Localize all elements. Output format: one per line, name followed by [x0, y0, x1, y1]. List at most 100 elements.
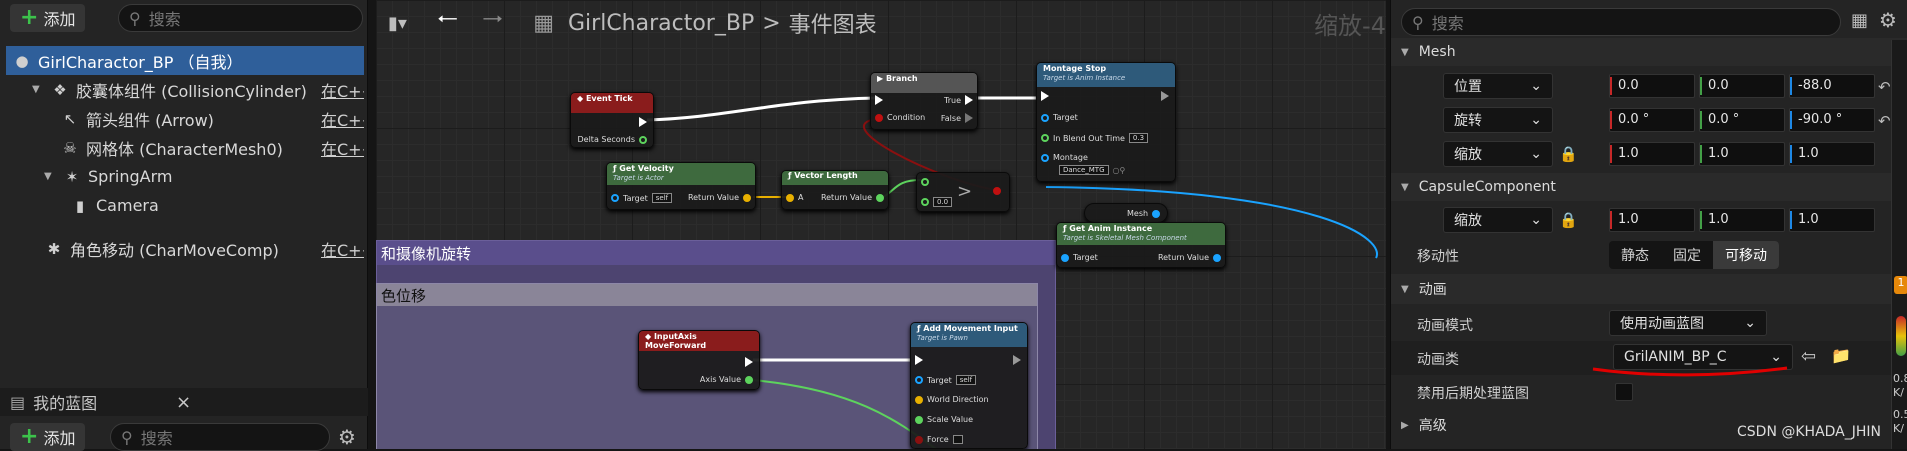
disable-post-process-checkbox[interactable]	[1615, 383, 1633, 401]
blueprint-search-input[interactable]: ⚲ 搜索	[110, 423, 330, 451]
lock-icon[interactable]: 🔒	[1559, 145, 1578, 163]
exec-in-pin[interactable]	[875, 95, 883, 105]
browse-icon[interactable]: ○⚲	[1113, 166, 1126, 175]
exec-in-pin[interactable]	[915, 355, 923, 365]
target-pin[interactable]: Target	[1041, 113, 1078, 122]
exec-out-pin[interactable]	[1161, 91, 1169, 101]
target-pin[interactable]: Target self	[611, 193, 673, 203]
edit-in-cpp-link[interactable]: 在C++中纟	[321, 237, 364, 261]
tree-item-springarm[interactable]: ▼ ✶ SpringArm	[6, 162, 364, 191]
event-graph-canvas[interactable]: 和摄像机旋转 色位移 ▮▾ 🠀 🠂 ▦ GirlCharactor_BP > 事…	[376, 0, 1386, 449]
breadcrumb-blueprint[interactable]: GirlCharactor_BP	[568, 11, 754, 36]
vector-length-node[interactable]: ƒ Vector Length A Return Value	[781, 170, 889, 210]
blend-time-pin[interactable]: In Blend Out Time 0.3	[1041, 133, 1149, 143]
true-pin[interactable]: True	[944, 95, 973, 105]
table-view-icon[interactable]: ▦	[1851, 10, 1868, 31]
branch-node[interactable]: ▶ Branch Condition True False	[870, 72, 978, 130]
reset-icon[interactable]: ↶	[1878, 78, 1891, 96]
tree-item-charmove[interactable]: ✱ 角色移动 (CharMoveComp) 在C++中纟	[6, 234, 364, 263]
settings-gear-icon[interactable]: ⚙	[1879, 8, 1897, 32]
location-z-field[interactable]: -88.0	[1789, 74, 1875, 98]
rotation-x-field[interactable]: 0.0 °	[1609, 108, 1695, 132]
get-anim-instance-node[interactable]: ƒ Get Anim Instance Target is Skeletal Me…	[1056, 222, 1226, 268]
exec-out-pin[interactable]	[1013, 355, 1021, 365]
location-y-field[interactable]: 0.0	[1699, 74, 1785, 98]
scale-z-field[interactable]: 1.0	[1789, 142, 1875, 166]
capsule-scale-z-field[interactable]: 1.0	[1789, 208, 1875, 232]
return-value-pin[interactable]: Return Value	[821, 193, 884, 202]
reset-icon[interactable]: ↶	[1878, 112, 1891, 130]
details-search-input[interactable]: ⚲ 搜索	[1401, 8, 1841, 36]
result-pin[interactable]	[993, 187, 1001, 195]
back-arrow-icon[interactable]: 🠀	[437, 1, 458, 45]
target-pin[interactable]: Target self	[915, 375, 977, 385]
mesh-section-header[interactable]: ▼ Mesh	[1391, 38, 1907, 66]
edit-in-cpp-link[interactable]: 在C++中编辑	[321, 107, 364, 131]
edit-in-cpp-link[interactable]: 在C++	[321, 78, 364, 102]
axis-value-pin[interactable]: Axis Value	[700, 375, 753, 384]
montage-pin[interactable]: Montage	[1041, 153, 1088, 162]
montage-asset-select[interactable]: Dance_MTG ○⚲	[1059, 165, 1125, 175]
input-a-pin[interactable]	[921, 178, 929, 186]
add-movement-input-node[interactable]: ƒ Add Movement Input Target is Pawn Targe…	[910, 322, 1028, 449]
scale-mode-select[interactable]: 缩放 ⌄	[1443, 141, 1553, 167]
animation-mode-select[interactable]: 使用动画蓝图 ⌄	[1609, 310, 1767, 336]
target-pin[interactable]: Target	[1061, 253, 1098, 262]
montage-stop-node[interactable]: Montage Stop Target is Anim Instance Targ…	[1036, 62, 1176, 182]
exec-out-pin[interactable]	[639, 117, 647, 127]
get-velocity-node[interactable]: ƒ Get Velocity Target is Actor Target self…	[606, 162, 756, 210]
close-tab-button[interactable]: ×	[176, 392, 191, 413]
my-blueprint-tab[interactable]: ▤ 我的蓝图 ×	[0, 388, 368, 416]
delta-seconds-pin[interactable]: Delta Seconds	[578, 135, 647, 144]
input-axis-moveforward-node[interactable]: ◆ InputAxis MoveForward Axis Value	[638, 330, 760, 390]
capsule-scale-x-field[interactable]: 1.0	[1609, 208, 1695, 232]
add-blueprint-item-button[interactable]: + 添加	[10, 423, 86, 451]
mesh-out-pin[interactable]: Mesh	[1127, 209, 1161, 218]
mesh-variable-node[interactable]: Mesh	[1084, 203, 1168, 223]
tree-item-arrow[interactable]: ↖ 箭头组件 (Arrow) 在C++中编辑	[6, 104, 364, 133]
exec-in-pin[interactable]	[1041, 91, 1049, 101]
rotation-y-field[interactable]: 0.0 °	[1699, 108, 1785, 132]
mobility-movable-option[interactable]: 可移动	[1713, 241, 1779, 269]
rotation-mode-select[interactable]: 旋转 ⌄	[1443, 107, 1553, 133]
use-selected-icon[interactable]: ⇦	[1801, 346, 1816, 367]
collapse-icon[interactable]: ▼	[44, 171, 58, 182]
browse-folder-icon[interactable]: 📁	[1831, 346, 1851, 365]
force-checkbox[interactable]	[952, 435, 963, 444]
capsule-scale-y-field[interactable]: 1.0	[1699, 208, 1785, 232]
scale-y-field[interactable]: 1.0	[1699, 142, 1785, 166]
mobility-segmented-control[interactable]: 静态 固定 可移动	[1609, 241, 1779, 269]
tree-item-mesh[interactable]: ☠ 网格体 (CharacterMesh0) 在C++中纟	[6, 133, 364, 162]
return-value-pin[interactable]: Return Value	[1158, 253, 1221, 262]
forward-arrow-icon[interactable]: 🠂	[482, 1, 503, 45]
world-direction-pin[interactable]: World Direction	[915, 395, 989, 404]
edit-in-cpp-link[interactable]: 在C++中纟	[321, 136, 364, 160]
scale-value-pin[interactable]: Scale Value	[915, 415, 973, 424]
rotation-z-field[interactable]: -90.0 °	[1789, 108, 1875, 132]
tree-item-root[interactable]: ● GirlCharactor_BP （自我）	[6, 46, 364, 75]
bookmark-icon[interactable]: ▮▾	[388, 13, 407, 34]
tree-item-collision[interactable]: ▼ ❖ 胶囊体组件 (CollisionCylinder) 在C++	[6, 75, 364, 104]
animation-section-header[interactable]: ▼ 动画	[1391, 274, 1907, 304]
lock-icon[interactable]: 🔒	[1559, 211, 1578, 229]
location-mode-select[interactable]: 位置 ⌄	[1443, 73, 1553, 99]
collapse-icon[interactable]: ▼	[32, 84, 46, 95]
capsule-section-header[interactable]: ▼ CapsuleComponent	[1391, 173, 1907, 201]
capsule-scale-mode-select[interactable]: 缩放 ⌄	[1443, 207, 1553, 233]
a-pin[interactable]: A	[786, 193, 803, 202]
mobility-static-option[interactable]: 静态	[1609, 241, 1661, 269]
event-tick-node[interactable]: ◆ Event Tick Delta Seconds	[570, 92, 654, 148]
breadcrumb-graph[interactable]: 事件图表	[789, 7, 877, 39]
return-value-pin[interactable]: Return Value	[688, 193, 751, 202]
gear-icon[interactable]: ⚙	[338, 425, 356, 449]
force-pin[interactable]: Force	[915, 435, 963, 444]
mobility-stationary-option[interactable]: 固定	[1661, 241, 1713, 269]
input-b-pin[interactable]: 0.0	[921, 197, 953, 207]
location-x-field[interactable]: 0.0	[1609, 74, 1695, 98]
false-pin[interactable]: False	[941, 113, 973, 123]
add-component-button[interactable]: + 添加	[10, 4, 86, 32]
condition-pin[interactable]: Condition	[875, 113, 925, 122]
greater-than-node[interactable]: 0.0 >	[916, 172, 1010, 212]
notification-badge[interactable]: 1	[1894, 276, 1907, 294]
tree-item-camera[interactable]: ▮ Camera	[6, 191, 364, 220]
